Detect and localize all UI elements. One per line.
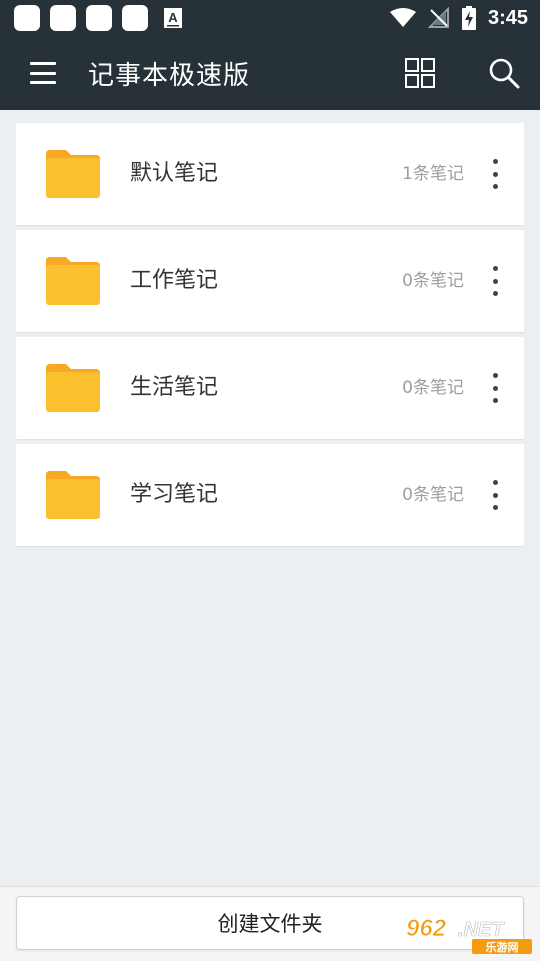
folder-icon bbox=[46, 257, 100, 305]
app-bar: 记事本极速版 bbox=[0, 36, 540, 110]
search-icon[interactable] bbox=[488, 57, 520, 89]
folder-icon bbox=[46, 471, 100, 519]
folder-list: 默认笔记 1条笔记 工作笔记 0条笔记 生活笔记 0条笔记 学习笔记 0条笔记 bbox=[16, 123, 524, 551]
watermark-logo: 962 .NET 乐游网 bbox=[406, 915, 532, 954]
signal-off-icon bbox=[427, 7, 449, 28]
folder-note-count: 1条笔记 bbox=[402, 164, 464, 184]
battery-charging-icon bbox=[461, 6, 476, 30]
status-bar: A 3:45 bbox=[0, 0, 540, 36]
app-notification-icon bbox=[50, 5, 76, 31]
folder-icon bbox=[46, 150, 100, 198]
folder-name: 生活笔记 bbox=[130, 375, 219, 400]
folder-item-default[interactable]: 默认笔记 1条笔记 bbox=[16, 123, 524, 225]
folder-note-count: 0条笔记 bbox=[402, 485, 464, 505]
svg-text:962: 962 bbox=[406, 915, 447, 942]
grid-view-icon[interactable] bbox=[404, 57, 436, 89]
folder-note-count: 0条笔记 bbox=[402, 271, 464, 291]
app-notification-icon bbox=[122, 5, 148, 31]
wifi-icon bbox=[389, 8, 416, 27]
folder-item-life[interactable]: 生活笔记 0条笔记 bbox=[16, 337, 524, 439]
menu-icon[interactable] bbox=[30, 62, 56, 84]
folder-item-work[interactable]: 工作笔记 0条笔记 bbox=[16, 230, 524, 332]
folder-name: 默认笔记 bbox=[130, 161, 219, 186]
app-notification-icon bbox=[14, 5, 40, 31]
more-options-icon[interactable] bbox=[490, 266, 500, 296]
app-notification-icon bbox=[86, 5, 112, 31]
app-title: 记事本极速版 bbox=[88, 60, 251, 91]
more-options-icon[interactable] bbox=[490, 159, 500, 189]
svg-text:.NET: .NET bbox=[458, 919, 505, 941]
svg-text:A: A bbox=[168, 10, 178, 25]
more-options-icon[interactable] bbox=[490, 480, 500, 510]
more-options-icon[interactable] bbox=[490, 373, 500, 403]
folder-item-study[interactable]: 学习笔记 0条笔记 bbox=[16, 444, 524, 546]
folder-icon bbox=[46, 364, 100, 412]
folder-name: 学习笔记 bbox=[130, 482, 219, 507]
svg-text:乐游网: 乐游网 bbox=[486, 940, 519, 954]
folder-note-count: 0条笔记 bbox=[402, 378, 464, 398]
font-a-icon: A bbox=[160, 5, 186, 31]
clock: 3:45 bbox=[487, 6, 528, 29]
folder-name: 工作笔记 bbox=[130, 268, 219, 293]
